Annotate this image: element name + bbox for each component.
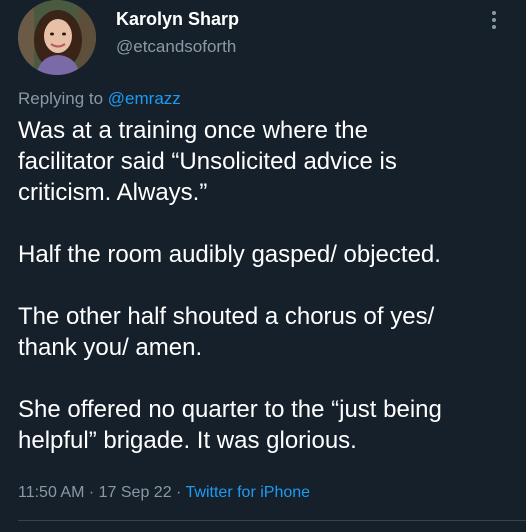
tweet-meta: 11:50 AM · 17 Sep 22 · Twitter for iPhon… [18,484,310,502]
tweet-paragraph: The other half shouted a chorus of yes/ … [18,303,435,361]
meta-separator: · [171,484,186,501]
tweet-date[interactable]: 17 Sep 22 [99,484,172,501]
tweet-text: Was at a training once where the facilit… [18,115,518,456]
tweet-paragraph: Half the room audibly gasped/ objected. [18,241,441,268]
divider [18,520,526,521]
tweet-paragraph: She offered no quarter to the “just bein… [18,396,442,454]
tweet-source-link[interactable]: Twitter for iPhone [186,484,311,501]
display-name[interactable]: Karolyn Sharp [116,9,239,30]
more-options-icon[interactable] [488,8,500,32]
tweet-paragraph: Was at a training once where the facilit… [18,117,397,206]
user-handle[interactable]: @etcandsoforth [116,37,236,57]
tweet-time[interactable]: 11:50 AM [18,484,84,501]
tweet-card: Karolyn Sharp @etcandsoforth Replying to… [0,0,526,532]
avatar[interactable] [18,0,96,75]
meta-separator: · [84,484,99,501]
avatar-photo-icon [18,0,96,75]
replying-to-label: Replying to [18,89,108,108]
reply-mention-link[interactable]: @emrazz [108,89,181,108]
replying-to: Replying to @emrazz [18,89,181,109]
